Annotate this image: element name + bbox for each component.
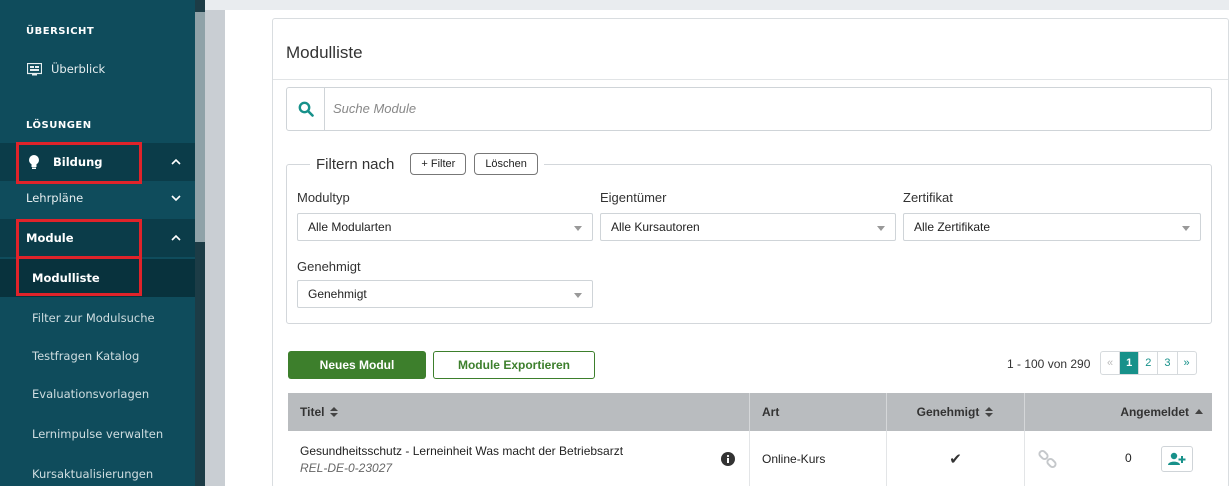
cell-title: Gesundheitsschutz - Lerneinheit Was mach… [288,431,750,486]
select-value: Alle Modularten [308,220,392,234]
pagination-next[interactable]: » [1178,352,1196,374]
link-icon[interactable] [1037,448,1059,470]
clear-filter-button[interactable]: Löschen [474,153,538,175]
app-window: ÜBERSICHT Überblick LÖSUNGEN Bildung Leh… [0,0,1229,486]
sidebar-item-label: Filter zur Modulsuche [32,311,155,325]
select-value: Alle Kursautoren [611,220,700,234]
search-input[interactable]: Suche Module [333,101,416,116]
caret-down-icon [877,226,885,231]
sidebar-scrollbar[interactable] [195,0,205,486]
filter-label-eigentuemer: Eigentümer [600,190,667,205]
sidebar-item-label: Kursaktualisierungen [32,467,154,481]
pagination-page-2[interactable]: 2 [1139,352,1159,374]
sidebar-item-lernimpulse[interactable]: Lernimpulse verwalten [0,415,195,453]
export-modules-button[interactable]: Module Exportieren [433,351,595,379]
select-modultyp[interactable]: Alle Modularten [297,213,593,241]
pagination: « 1 2 3 » [1100,351,1197,375]
sidebar-item-kursaktualisierungen[interactable]: Kursaktualisierungen [0,455,195,486]
select-genehmigt[interactable]: Genehmigt [297,280,593,308]
caret-down-icon [574,293,582,298]
select-zertifikat[interactable]: Alle Zertifikate [903,213,1201,241]
filter-label-genehmigt: Genehmigt [297,259,361,274]
sort-asc-icon [1195,409,1203,414]
sidebar-item-label: Testfragen Katalog [32,349,140,363]
chevron-up-icon [171,234,181,241]
search-box[interactable]: Suche Module [286,87,1212,131]
pagination-prev[interactable]: « [1101,352,1121,374]
search-icon[interactable] [287,88,325,130]
page-title: Modulliste [286,43,363,62]
pagination-page-1[interactable]: 1 [1120,352,1140,374]
sort-icon [985,407,994,417]
column-header-label: Art [762,405,780,419]
sidebar-item-label: Lehrpläne [26,191,84,205]
enrolled-count: 0 [1125,451,1132,465]
section-header-overview: ÜBERSICHT [26,26,95,37]
sidebar-item-testfragen-katalog[interactable]: Testfragen Katalog [0,337,195,375]
cell-enrolled: 0 [1025,431,1212,486]
column-header-label: Titel [300,405,325,419]
highlight-box-bildung [16,142,142,184]
pagination-page-3[interactable]: 3 [1158,352,1178,374]
column-header-label: Genehmigt [916,405,980,419]
sidebar-item-filter-modulsuche[interactable]: Filter zur Modulsuche [0,299,195,337]
filter-legend: Filtern nach + Filter Löschen [310,153,544,175]
sort-icon [330,407,339,417]
column-header-enrolled[interactable]: Angemeldet [1025,393,1212,431]
pagination-info: 1 - 100 von 290 [1007,357,1091,371]
caret-down-icon [574,226,582,231]
checkmark-icon: ✔ [949,451,962,468]
scrollbar-thumb[interactable] [195,12,205,242]
sidebar-item-overview[interactable]: Überblick [0,50,195,88]
caret-down-icon [1182,226,1190,231]
section-header-solutions: LÖSUNGEN [26,120,92,131]
select-eigentuemer[interactable]: Alle Kursautoren [600,213,896,241]
sidebar-item-label: Überblick [51,62,106,76]
cell-approved: ✔ [887,431,1025,486]
highlight-box-module [16,219,142,259]
sidebar-item-lehrplaene[interactable]: Lehrpläne [0,179,195,217]
sidebar-item-evaluationsvorlagen[interactable]: Evaluationsvorlagen [0,375,195,413]
add-filter-button[interactable]: + Filter [410,153,467,175]
sidebar-item-label: Evaluationsvorlagen [32,387,150,401]
module-type: Online-Kurs [762,452,826,466]
column-header-title[interactable]: Titel [288,393,750,431]
add-user-icon [1168,452,1186,465]
module-code: REL-DE-0-23027 [300,460,393,475]
column-header-approved[interactable]: Genehmigt [887,393,1025,431]
top-strip [205,0,1229,10]
select-value: Alle Zertifikate [914,220,991,234]
cell-type: Online-Kurs [750,431,887,486]
sidebar: ÜBERSICHT Überblick LÖSUNGEN Bildung Leh… [0,0,205,486]
filter-label-zertifikat: Zertifikat [903,190,953,205]
chevron-down-icon [171,195,181,202]
new-module-button[interactable]: Neues Modul [288,351,426,379]
module-title[interactable]: Gesundheitsschutz - Lerneinheit Was mach… [300,444,623,458]
add-user-button[interactable] [1161,446,1193,472]
filter-legend-label: Filtern nach [316,155,395,173]
column-header-type: Art [750,393,887,431]
info-icon[interactable] [721,452,735,466]
dashboard-icon [26,62,43,79]
title-divider [273,79,1228,80]
sidebar-item-label: Lernimpulse verwalten [32,427,164,441]
table-header: Titel Art Genehmigt Angemeldet [288,393,1212,431]
filter-label-modultyp: Modultyp [297,190,350,205]
page-gutter [205,0,225,486]
column-header-label: Angemeldet [1120,405,1189,419]
select-value: Genehmigt [308,287,367,301]
highlight-box-modulliste [16,256,142,296]
chevron-up-icon [171,158,181,165]
table-row[interactable]: Gesundheitsschutz - Lerneinheit Was mach… [288,431,1212,486]
